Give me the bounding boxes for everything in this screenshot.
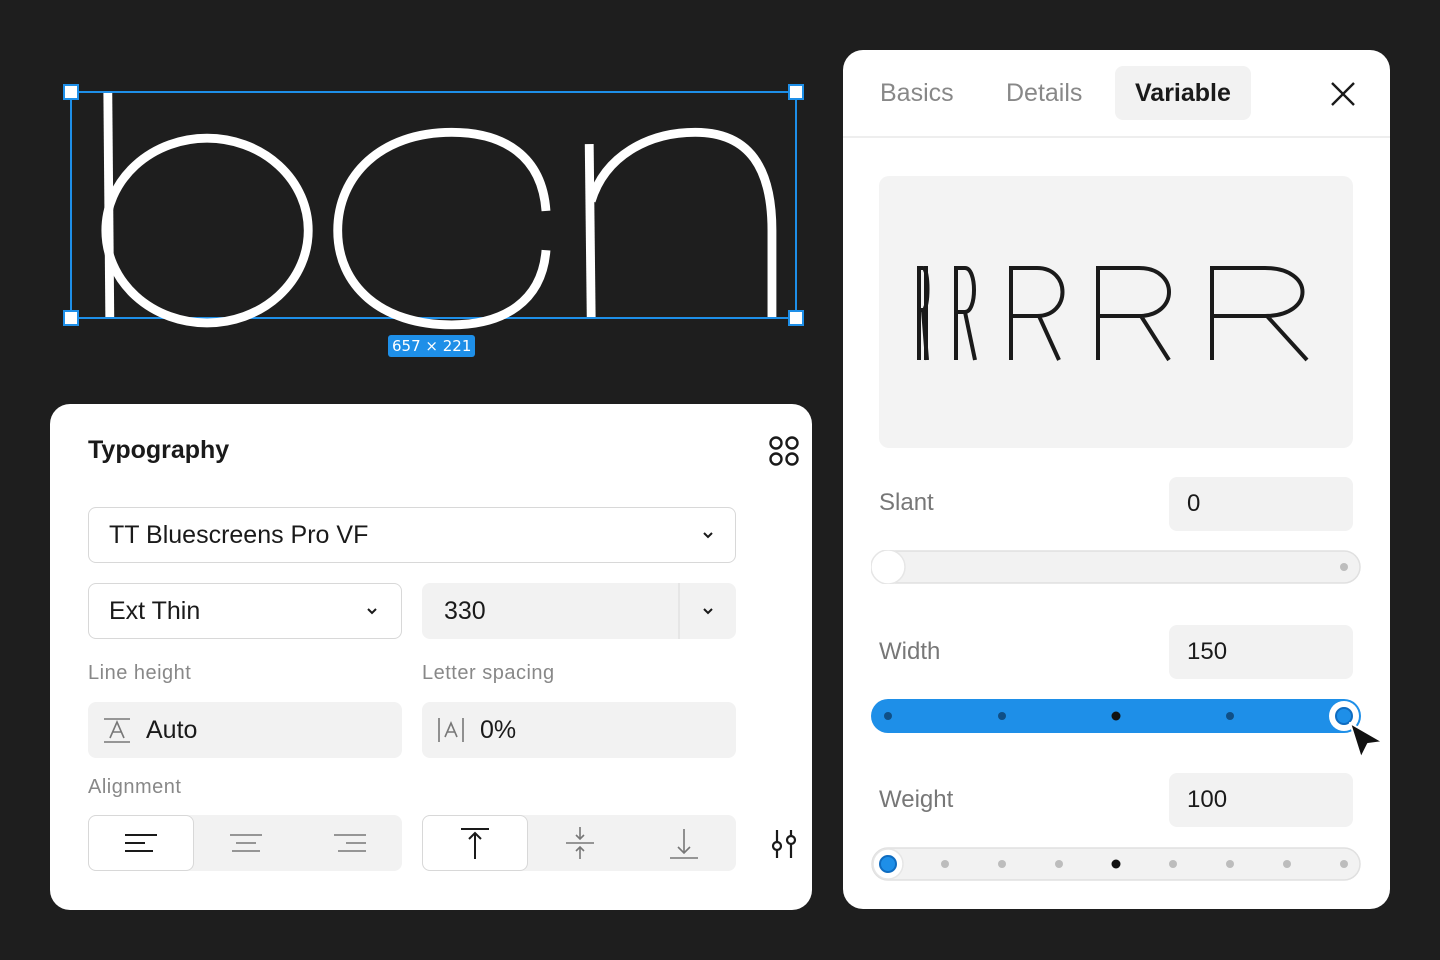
tab-bar: Basics Details Variable bbox=[843, 50, 1390, 138]
grid-icon[interactable] bbox=[768, 435, 800, 467]
alignment-label: Alignment bbox=[88, 776, 182, 798]
align-bottom-icon bbox=[670, 829, 698, 859]
font-weight-dropdown[interactable] bbox=[678, 583, 736, 639]
preview-glyph-r-narrowest bbox=[917, 266, 930, 361]
preview-glyph-r-normal bbox=[1009, 266, 1065, 361]
width-slider[interactable] bbox=[871, 699, 1361, 733]
close-icon[interactable] bbox=[1327, 78, 1359, 110]
align-top-icon bbox=[461, 828, 489, 859]
horizontal-align-group bbox=[88, 815, 402, 871]
letter-spacing-value: 0% bbox=[480, 715, 517, 744]
sliders-icon[interactable] bbox=[768, 828, 800, 860]
variable-font-panel: Basics Details Variable Slant 0 Width 15… bbox=[843, 50, 1390, 909]
preview-glyph-r-narrow bbox=[954, 266, 977, 361]
letter-spacing-label: Letter spacing bbox=[422, 662, 555, 684]
resize-handle-top-left[interactable] bbox=[63, 84, 79, 100]
align-right-icon bbox=[334, 834, 366, 852]
variable-font-preview bbox=[879, 176, 1353, 448]
letter-spacing-icon bbox=[438, 718, 464, 742]
resize-handle-top-right[interactable] bbox=[788, 84, 804, 100]
resize-handle-bottom-right[interactable] bbox=[788, 310, 804, 326]
line-height-input[interactable]: Auto bbox=[88, 702, 402, 758]
text-selection-box[interactable] bbox=[63, 84, 804, 330]
typography-panel: Typography TT Bluescreens Pro VF Ext Thi… bbox=[50, 404, 812, 910]
align-left-button[interactable] bbox=[88, 815, 194, 871]
font-family-select[interactable]: TT Bluescreens Pro VF bbox=[88, 507, 736, 563]
slant-slider-thumb bbox=[871, 550, 906, 584]
align-middle-button[interactable] bbox=[528, 815, 632, 871]
align-middle-icon bbox=[566, 827, 594, 859]
font-family-value: TT Bluescreens Pro VF bbox=[109, 520, 369, 549]
resize-handle-bottom-left[interactable] bbox=[63, 310, 79, 326]
align-bottom-button[interactable] bbox=[632, 815, 736, 871]
canvas-text-bcn[interactable] bbox=[72, 92, 795, 330]
chevron-down-icon bbox=[367, 608, 377, 615]
align-center-icon bbox=[230, 834, 262, 852]
width-label: Width bbox=[879, 638, 941, 665]
tab-basics[interactable]: Basics bbox=[860, 66, 974, 120]
slant-input[interactable]: 0 bbox=[1169, 477, 1353, 531]
font-weight-input[interactable]: 330 bbox=[422, 583, 736, 639]
line-height-icon bbox=[104, 718, 130, 743]
weight-label: Weight bbox=[879, 786, 954, 813]
align-left-icon bbox=[125, 834, 157, 852]
size-badge: 657 × 221 bbox=[388, 335, 476, 357]
align-top-button[interactable] bbox=[422, 815, 528, 871]
chevron-down-icon bbox=[703, 532, 713, 539]
align-center-button[interactable] bbox=[194, 815, 298, 871]
chevron-down-icon bbox=[703, 608, 713, 615]
cursor-arrow-icon bbox=[1349, 722, 1384, 759]
font-style-select[interactable]: Ext Thin bbox=[88, 583, 402, 639]
vertical-align-group bbox=[422, 815, 736, 871]
panel-title: Typography bbox=[88, 436, 230, 464]
tab-variable[interactable]: Variable bbox=[1115, 66, 1251, 120]
align-right-button[interactable] bbox=[298, 815, 402, 871]
line-height-label: Line height bbox=[88, 662, 192, 684]
font-weight-value[interactable]: 330 bbox=[422, 597, 678, 626]
weight-slider[interactable] bbox=[871, 847, 1361, 881]
line-height-value: Auto bbox=[146, 715, 198, 744]
slant-label: Slant bbox=[879, 489, 934, 516]
slant-slider[interactable] bbox=[871, 550, 1361, 584]
font-style-value: Ext Thin bbox=[109, 596, 201, 625]
preview-glyph-r-wide bbox=[1096, 266, 1171, 362]
width-input[interactable]: 150 bbox=[1169, 625, 1353, 679]
tab-details[interactable]: Details bbox=[986, 66, 1102, 120]
weight-input[interactable]: 100 bbox=[1169, 773, 1353, 827]
letter-spacing-input[interactable]: 0% bbox=[422, 702, 736, 758]
preview-glyph-r-widest bbox=[1210, 266, 1309, 362]
